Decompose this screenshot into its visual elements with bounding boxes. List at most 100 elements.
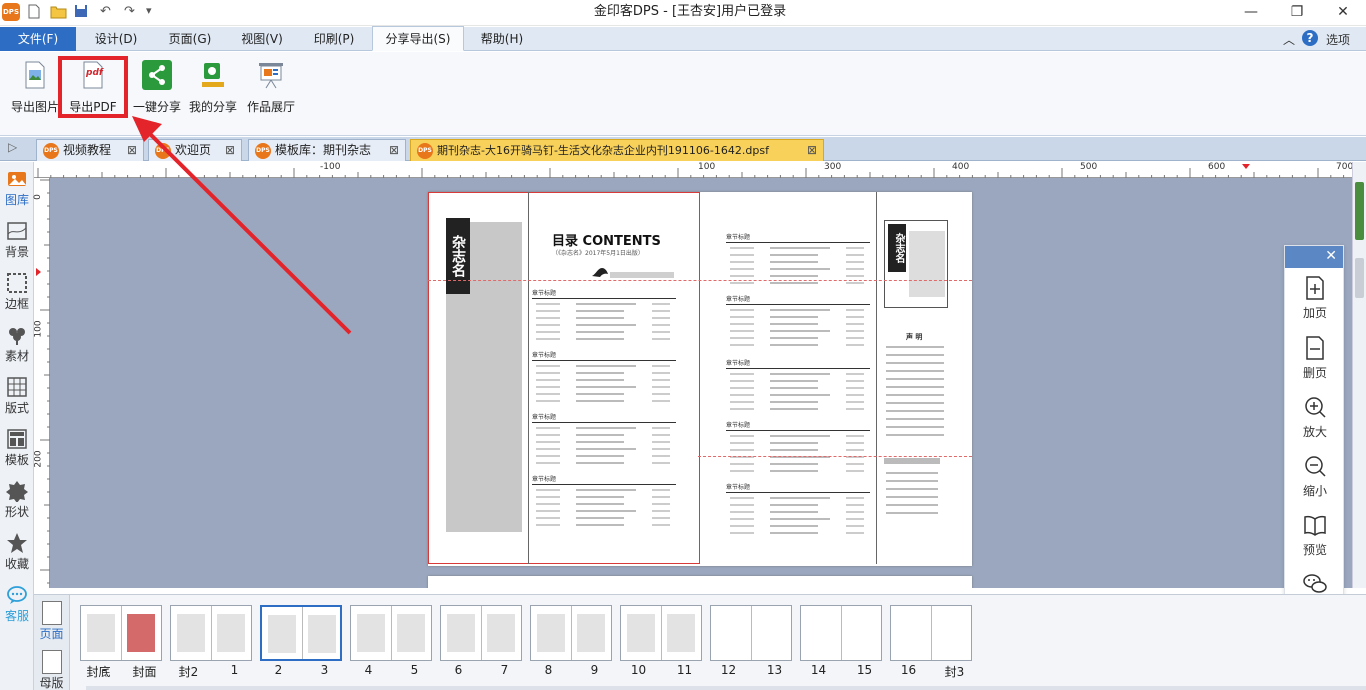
menu-help[interactable]: 帮助(H) xyxy=(470,27,534,51)
tool-gallery[interactable]: 图库 xyxy=(0,164,34,216)
toc-entry-line xyxy=(576,510,636,512)
add-page-label: 加页 xyxy=(1302,306,1327,320)
thumbnail-fold xyxy=(121,606,122,660)
menu-share-export[interactable]: 分享导出(S) xyxy=(372,26,464,51)
sidebar-text-line xyxy=(886,394,944,396)
help-icon[interactable]: ? xyxy=(1302,30,1318,46)
tab-close-icon[interactable]: ⊠ xyxy=(127,140,137,160)
toc-entry-line xyxy=(730,254,754,256)
thumbnail-content xyxy=(217,614,245,652)
tool-template[interactable]: 模板 xyxy=(0,424,34,476)
tool-border[interactable]: 边框 xyxy=(0,268,34,320)
tab-video-tutorial[interactable]: DPS 视频教程 ⊠ xyxy=(36,139,144,161)
toc-entry-line xyxy=(730,394,754,396)
toc-entry-line xyxy=(536,517,560,519)
toc-entry-line xyxy=(770,373,830,375)
add-page-button[interactable]: 加页 xyxy=(1285,268,1345,324)
toc-title: 目录 CONTENTS xyxy=(552,234,661,249)
preview-button[interactable]: 预览 xyxy=(1285,505,1345,561)
toc-entry-line xyxy=(846,442,864,444)
zoom-slider-thumb[interactable] xyxy=(1355,182,1364,240)
magazine-spread[interactable]: 杂志名 目录 CONTENTS （《杂志名》2017年5月1日出版） 章节标题章… xyxy=(428,192,972,566)
tab-close-icon[interactable]: ⊠ xyxy=(807,140,817,160)
toc-entry-line xyxy=(652,503,670,505)
tab-close-icon[interactable]: ⊠ xyxy=(225,140,235,160)
master-tab-label: 母版 xyxy=(39,676,64,690)
page-thumbnail[interactable] xyxy=(530,605,612,661)
toc-entry-line xyxy=(652,338,670,340)
horizontal-scrollbar[interactable] xyxy=(86,686,1366,690)
menu-design[interactable]: 设计(D) xyxy=(84,27,148,51)
thumbnail-label: 4 xyxy=(364,663,373,677)
page-thumbnail[interactable] xyxy=(170,605,252,661)
master-tab[interactable]: 母版 xyxy=(34,650,69,690)
open-folder-icon[interactable] xyxy=(50,4,67,23)
sidebar-text-line xyxy=(886,426,944,428)
thumbnail-fold xyxy=(481,606,482,660)
page-thumbnail[interactable] xyxy=(260,605,342,661)
tool-shape[interactable]: 形状 xyxy=(0,476,34,528)
quick-access-more-icon[interactable]: ▾ xyxy=(146,4,152,17)
zoom-out-button[interactable]: 缩小 xyxy=(1285,446,1345,502)
toc-entry-line xyxy=(770,387,818,389)
toc-entry-line xyxy=(536,338,560,340)
toc-entry-line xyxy=(770,504,818,506)
tool-material[interactable]: 素材 xyxy=(0,320,34,372)
one-click-share-button[interactable]: 一键分享 ▾ xyxy=(130,58,184,130)
toc-entry-line xyxy=(576,386,636,388)
tab-template-library[interactable]: DPS 模板库：期刊杂志 ⊠ xyxy=(248,139,406,161)
scroll-thumb[interactable] xyxy=(1355,258,1364,298)
menu-view[interactable]: 视图(V) xyxy=(230,27,294,51)
maximize-button[interactable]: ❐ xyxy=(1274,0,1320,26)
delete-page-button[interactable]: 删页 xyxy=(1285,328,1345,384)
page-thumbnail[interactable] xyxy=(710,605,792,661)
gallery-button[interactable]: 作品展厅 xyxy=(244,58,298,124)
toc-entry-line xyxy=(730,401,754,403)
sidebar-text-line xyxy=(886,370,944,372)
redo-icon[interactable]: ↷ xyxy=(124,4,135,19)
zoom-in-icon xyxy=(1305,397,1326,418)
undo-icon[interactable]: ↶ xyxy=(100,4,111,19)
menu-page[interactable]: 页面(G) xyxy=(158,27,222,51)
toc-entry-line xyxy=(576,400,624,402)
minimize-button[interactable]: — xyxy=(1228,0,1274,26)
pages-tab[interactable]: 页面 xyxy=(34,601,69,642)
share-dropdown-icon[interactable]: ▾ xyxy=(152,120,157,130)
tool-layout[interactable]: 版式 xyxy=(0,372,34,424)
close-button[interactable]: ✕ xyxy=(1320,0,1366,26)
tab-current-document[interactable]: DPS 期刊杂志-大16开骑马钉-生活文化杂志企业内刊191106-1642.d… xyxy=(410,139,824,161)
design-canvas[interactable]: 杂志名 目录 CONTENTS （《杂志名》2017年5月1日出版） 章节标题章… xyxy=(50,178,1352,588)
toggle-panel-icon[interactable]: ▷ xyxy=(8,140,17,154)
my-share-button[interactable]: 我的分享 xyxy=(186,58,240,124)
collapse-ribbon-icon[interactable]: ︿ xyxy=(1283,31,1295,48)
tool-customer-service[interactable]: 客服 xyxy=(0,580,34,632)
save-icon[interactable] xyxy=(74,4,88,22)
page-thumbnail[interactable] xyxy=(440,605,522,661)
page-thumbnail[interactable] xyxy=(620,605,702,661)
tab-welcome[interactable]: DPS 欢迎页 ⊠ xyxy=(148,139,242,161)
tab-close-icon[interactable]: ⊠ xyxy=(389,140,399,160)
thumbnail-label: 12 xyxy=(720,663,737,677)
page-thumbnail[interactable] xyxy=(890,605,972,661)
toc-rule xyxy=(726,368,870,369)
zoom-in-button[interactable]: 放大 xyxy=(1285,387,1345,443)
options-button[interactable]: 选项 xyxy=(1326,31,1350,48)
toc-entry-line xyxy=(576,434,624,436)
tool-label: 版式 xyxy=(4,401,29,415)
vertical-scrollbar[interactable] xyxy=(1352,162,1366,588)
menu-file[interactable]: 文件(F) xyxy=(0,27,76,51)
toc-entry-line xyxy=(536,310,560,312)
floating-panel-close-icon[interactable]: ✕ xyxy=(1325,248,1337,264)
page-thumbnail[interactable] xyxy=(350,605,432,661)
toc-entry-line xyxy=(730,387,754,389)
tool-background[interactable]: 背景 xyxy=(0,216,34,268)
toc-entry-line xyxy=(652,441,670,443)
tool-favorites[interactable]: 收藏 xyxy=(0,528,34,580)
next-spread[interactable] xyxy=(428,576,972,588)
menu-print[interactable]: 印刷(P) xyxy=(302,27,366,51)
toc-entry-line xyxy=(576,441,624,443)
page-thumbnail[interactable] xyxy=(800,605,882,661)
export-image-button[interactable]: 导出图片 xyxy=(8,58,62,124)
new-file-icon[interactable] xyxy=(28,4,40,23)
page-thumbnail[interactable] xyxy=(80,605,162,661)
